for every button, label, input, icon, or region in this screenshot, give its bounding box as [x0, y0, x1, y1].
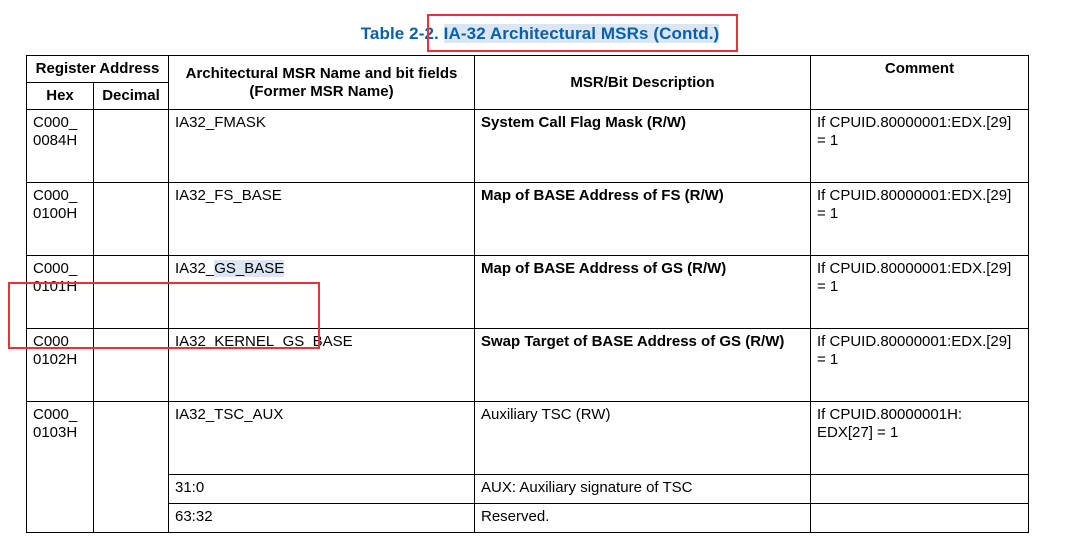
cell-hex: C000_ 0084H [26, 109, 94, 183]
table-row: C000_ 0103H IA32_TSC_AUX Auxiliary TSC (… [26, 401, 1029, 533]
selected-text[interactable]: GS_BASE [214, 260, 285, 277]
cell-description: Map of BASE Address of GS (R/W) [474, 255, 811, 329]
cell-decimal [93, 255, 169, 329]
cell-decimal [93, 182, 169, 256]
cell-msr-name: IA32_FMASK [168, 109, 475, 183]
cell-bit-field: 31:0 [168, 474, 475, 504]
cell-bit-field: 63:32 [168, 503, 475, 533]
cell-decimal [93, 401, 169, 533]
cell-comment: If CPUID.80000001H: EDX[27] = 1 [810, 401, 1029, 475]
cell-comment: If CPUID.80000001:EDX.[29] = 1 [810, 109, 1029, 183]
cell-hex: C000_ 0101H [26, 255, 94, 329]
cell-decimal [93, 109, 169, 183]
header-comment: Comment [810, 55, 1029, 110]
cell-hex: C000_ 0100H [26, 182, 94, 256]
cell-comment: If CPUID.80000001:EDX.[29] = 1 [810, 182, 1029, 256]
table-row: 31:0 AUX: Auxiliary signature of TSC [27, 474, 1029, 504]
table-row: C000_ 0101H IA32_GS_BASE Map of BASE Add… [26, 255, 1029, 329]
header-hex: Hex [26, 82, 94, 110]
header-msr-name: Architectural MSR Name and bit fields (F… [168, 55, 475, 110]
cell-msr-name: IA32_KERNEL_GS_BASE [168, 328, 475, 402]
cell-comment [810, 503, 1029, 533]
msr-name-prefix: IA32_ [175, 260, 215, 277]
cell-hex: C000_ 0102H [26, 328, 94, 402]
header-register-address: Register Address [26, 55, 169, 83]
cell-description: Auxiliary TSC (RW) [474, 401, 811, 475]
cell-decimal [93, 328, 169, 402]
table-number: Table 2-2. [360, 24, 439, 43]
cell-comment: If CPUID.80000001:EDX.[29] = 1 [810, 328, 1029, 402]
cell-msr-name: IA32_GS_BASE [168, 255, 475, 329]
table-row: C000_ 0100H IA32_FS_BASE Map of BASE Add… [26, 182, 1029, 256]
table-title[interactable]: IA-32 Architectural MSRs (Contd.) [443, 24, 720, 43]
cell-description: Swap Target of BASE Address of GS (R/W) [474, 328, 811, 402]
cell-comment: If CPUID.80000001:EDX.[29] = 1 [810, 255, 1029, 329]
header-decimal: Decimal [93, 82, 169, 110]
cell-comment [810, 474, 1029, 504]
header-description: MSR/Bit Description [474, 55, 811, 110]
cell-msr-name: IA32_TSC_AUX [168, 401, 475, 475]
cell-hex: C000_ 0103H [26, 401, 94, 533]
table-row: 63:32 Reserved. [27, 503, 1029, 533]
table-row: C000_ 0102H IA32_KERNEL_GS_BASE Swap Tar… [26, 328, 1029, 402]
cell-description: AUX: Auxiliary signature of TSC [474, 474, 811, 504]
cell-description: Map of BASE Address of FS (R/W) [474, 182, 811, 256]
cell-description: Reserved. [474, 503, 811, 533]
cell-description: System Call Flag Mask (R/W) [474, 109, 811, 183]
table-row: C000_ 0084H IA32_FMASK System Call Flag … [26, 109, 1029, 183]
cell-msr-name: IA32_FS_BASE [168, 182, 475, 256]
table-caption: Table 2-2. IA-32 Architectural MSRs (Con… [0, 24, 1080, 44]
msr-table: Register Address Architectural MSR Name … [26, 55, 1029, 533]
